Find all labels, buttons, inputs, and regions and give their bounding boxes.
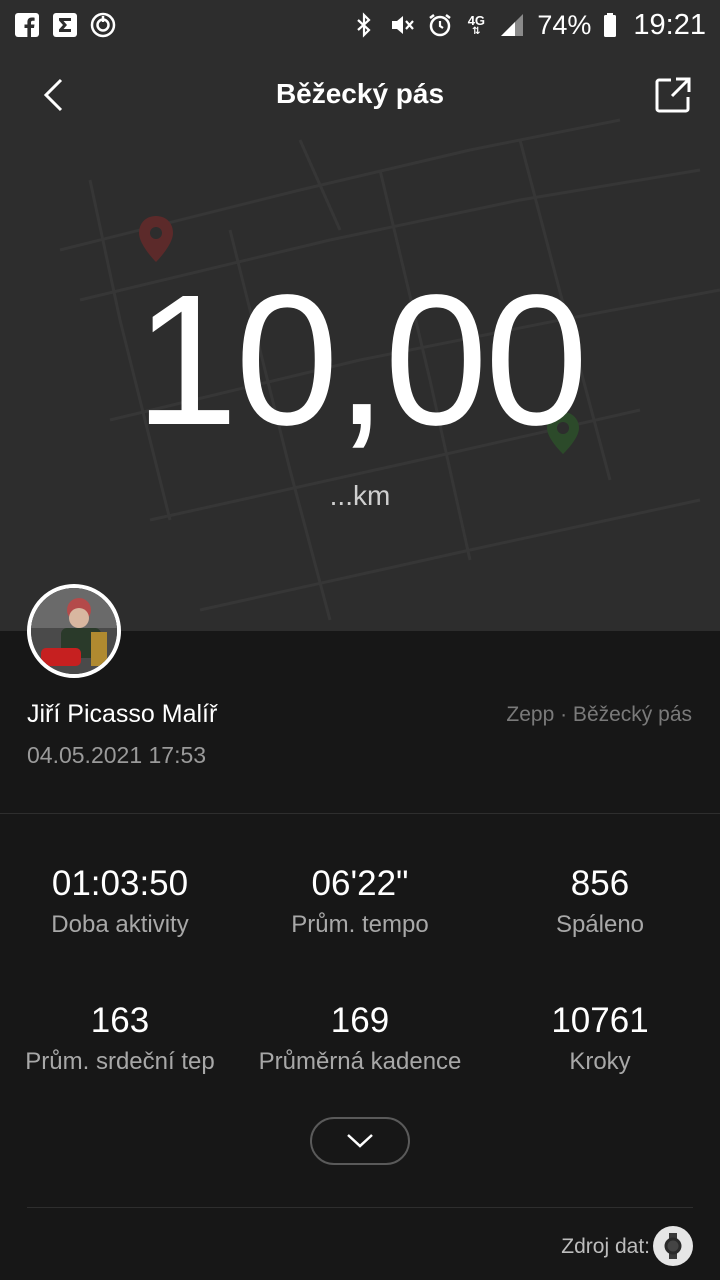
- sigma-icon: [52, 12, 78, 38]
- divider: [27, 1207, 693, 1208]
- stat-steps: 10761 Kroky: [480, 1003, 720, 1076]
- bluetooth-icon: [351, 12, 377, 38]
- user-avatar[interactable]: [27, 584, 121, 678]
- divider: [0, 813, 720, 814]
- battery-percent: 74%: [537, 9, 592, 40]
- stat-value: 169: [330, 1001, 390, 1040]
- activity-hero: 4G ⇅ 74% 19:21 Běžecký pás 10,00 ...km: [0, 0, 720, 631]
- status-bar: 4G ⇅ 74% 19:21: [0, 0, 720, 50]
- facebook-icon: [14, 12, 40, 38]
- stat-avg-pace: 06'22" Prům. tempo: [240, 866, 480, 939]
- top-app-bar: Běžecký pás: [0, 58, 720, 132]
- stat-label: Prům. srdeční tep: [25, 1048, 215, 1075]
- stat-avg-cadence: 169 Průměrná kadence: [240, 1003, 480, 1076]
- stat-label: Doba aktivity: [51, 911, 189, 938]
- avatar-photo: [31, 588, 117, 674]
- stat-value: 01:03:50: [51, 864, 189, 903]
- share-button[interactable]: [650, 72, 696, 118]
- user-name: Jiří Picasso Malíř: [27, 700, 218, 728]
- stat-value: 10761: [551, 1001, 649, 1040]
- stat-avg-heart-rate: 163 Prům. srdeční tep: [0, 1003, 240, 1076]
- battery-icon: [603, 12, 617, 38]
- expand-stats-button[interactable]: [310, 1117, 410, 1165]
- stat-duration: 01:03:50 Doba aktivity: [0, 866, 240, 939]
- distance-unit: ...km: [329, 480, 391, 511]
- stat-calories: 856 Spáleno: [480, 866, 720, 939]
- alarm-icon: [427, 12, 453, 38]
- status-time: 19:21: [633, 8, 706, 41]
- stat-label: Spáleno: [555, 911, 645, 938]
- stat-value: 856: [570, 864, 630, 903]
- stat-value: 06'22": [311, 864, 409, 903]
- activity-source: Zepp · Běžecký pás: [506, 703, 692, 726]
- watch-icon: [664, 1233, 682, 1259]
- activity-date: 04.05.2021 17:53: [27, 742, 207, 768]
- page-title: Běžecký pás: [275, 78, 445, 109]
- muted-icon: [389, 12, 415, 38]
- power-ring-icon: [90, 12, 116, 38]
- device-button[interactable]: [653, 1226, 693, 1266]
- share-icon: [655, 77, 691, 113]
- stat-value: 163: [90, 1001, 150, 1040]
- stat-label: Kroky: [569, 1048, 631, 1075]
- network-4g-icon: 4G ⇅: [467, 12, 486, 37]
- data-source-label: Zdroj dat:: [561, 1235, 650, 1258]
- chevron-down-icon: [347, 1134, 373, 1148]
- signal-icon: [499, 12, 525, 38]
- distance-value: 10,00: [134, 257, 588, 464]
- stat-label: Prům. tempo: [291, 911, 429, 938]
- stat-label: Průměrná kadence: [258, 1048, 462, 1075]
